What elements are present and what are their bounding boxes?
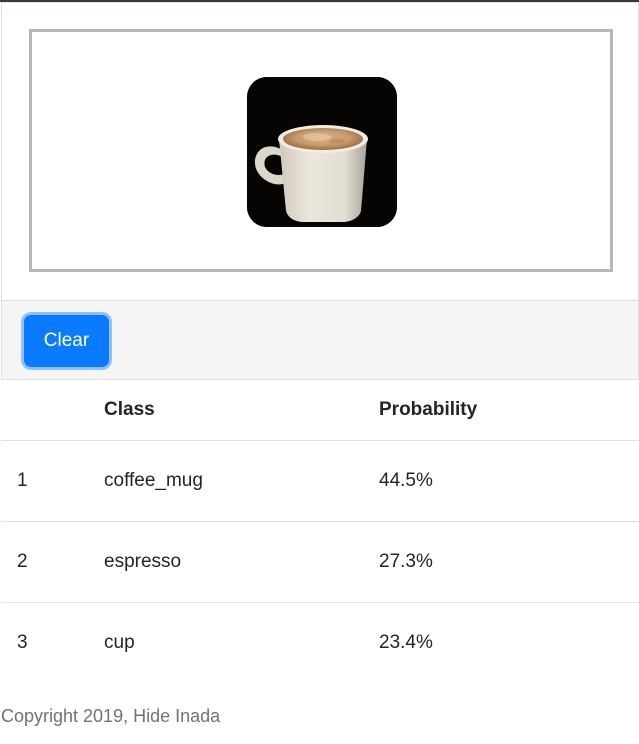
header-probability: Probability [379, 379, 639, 441]
header-class: Class [104, 379, 379, 441]
results-table: Class Probability 1 coffee_mug 44.5% 2 e… [1, 379, 639, 684]
upload-card-body [2, 3, 638, 300]
row-probability: 44.5% [379, 440, 639, 522]
header-rank [1, 379, 104, 441]
row-class: cup [104, 632, 135, 654]
copyright-text: Copyright 2019, Hide Inada [1, 706, 221, 726]
row-probability: 23.4% [379, 632, 433, 654]
row-class: espresso [104, 521, 379, 603]
table-row: 2 espresso 27.3% [1, 521, 639, 603]
row-rank: 3 [17, 632, 28, 654]
row-rank: 2 [1, 521, 104, 603]
coffee-mug-image [247, 77, 397, 227]
table-row: 1 coffee_mug 44.5% [1, 440, 639, 522]
table-header-row: Class Probability [1, 379, 639, 441]
preview-image [247, 77, 397, 227]
upload-card: Clear [1, 2, 639, 379]
clear-button[interactable]: Clear [24, 315, 109, 367]
row-rank: 1 [1, 440, 104, 522]
upload-card-footer: Clear [2, 300, 638, 379]
row-probability: 27.3% [379, 521, 639, 603]
image-dropzone[interactable] [29, 29, 613, 272]
table-row: 3 cup 23.4% [1, 603, 639, 684]
row-class: coffee_mug [104, 440, 379, 522]
